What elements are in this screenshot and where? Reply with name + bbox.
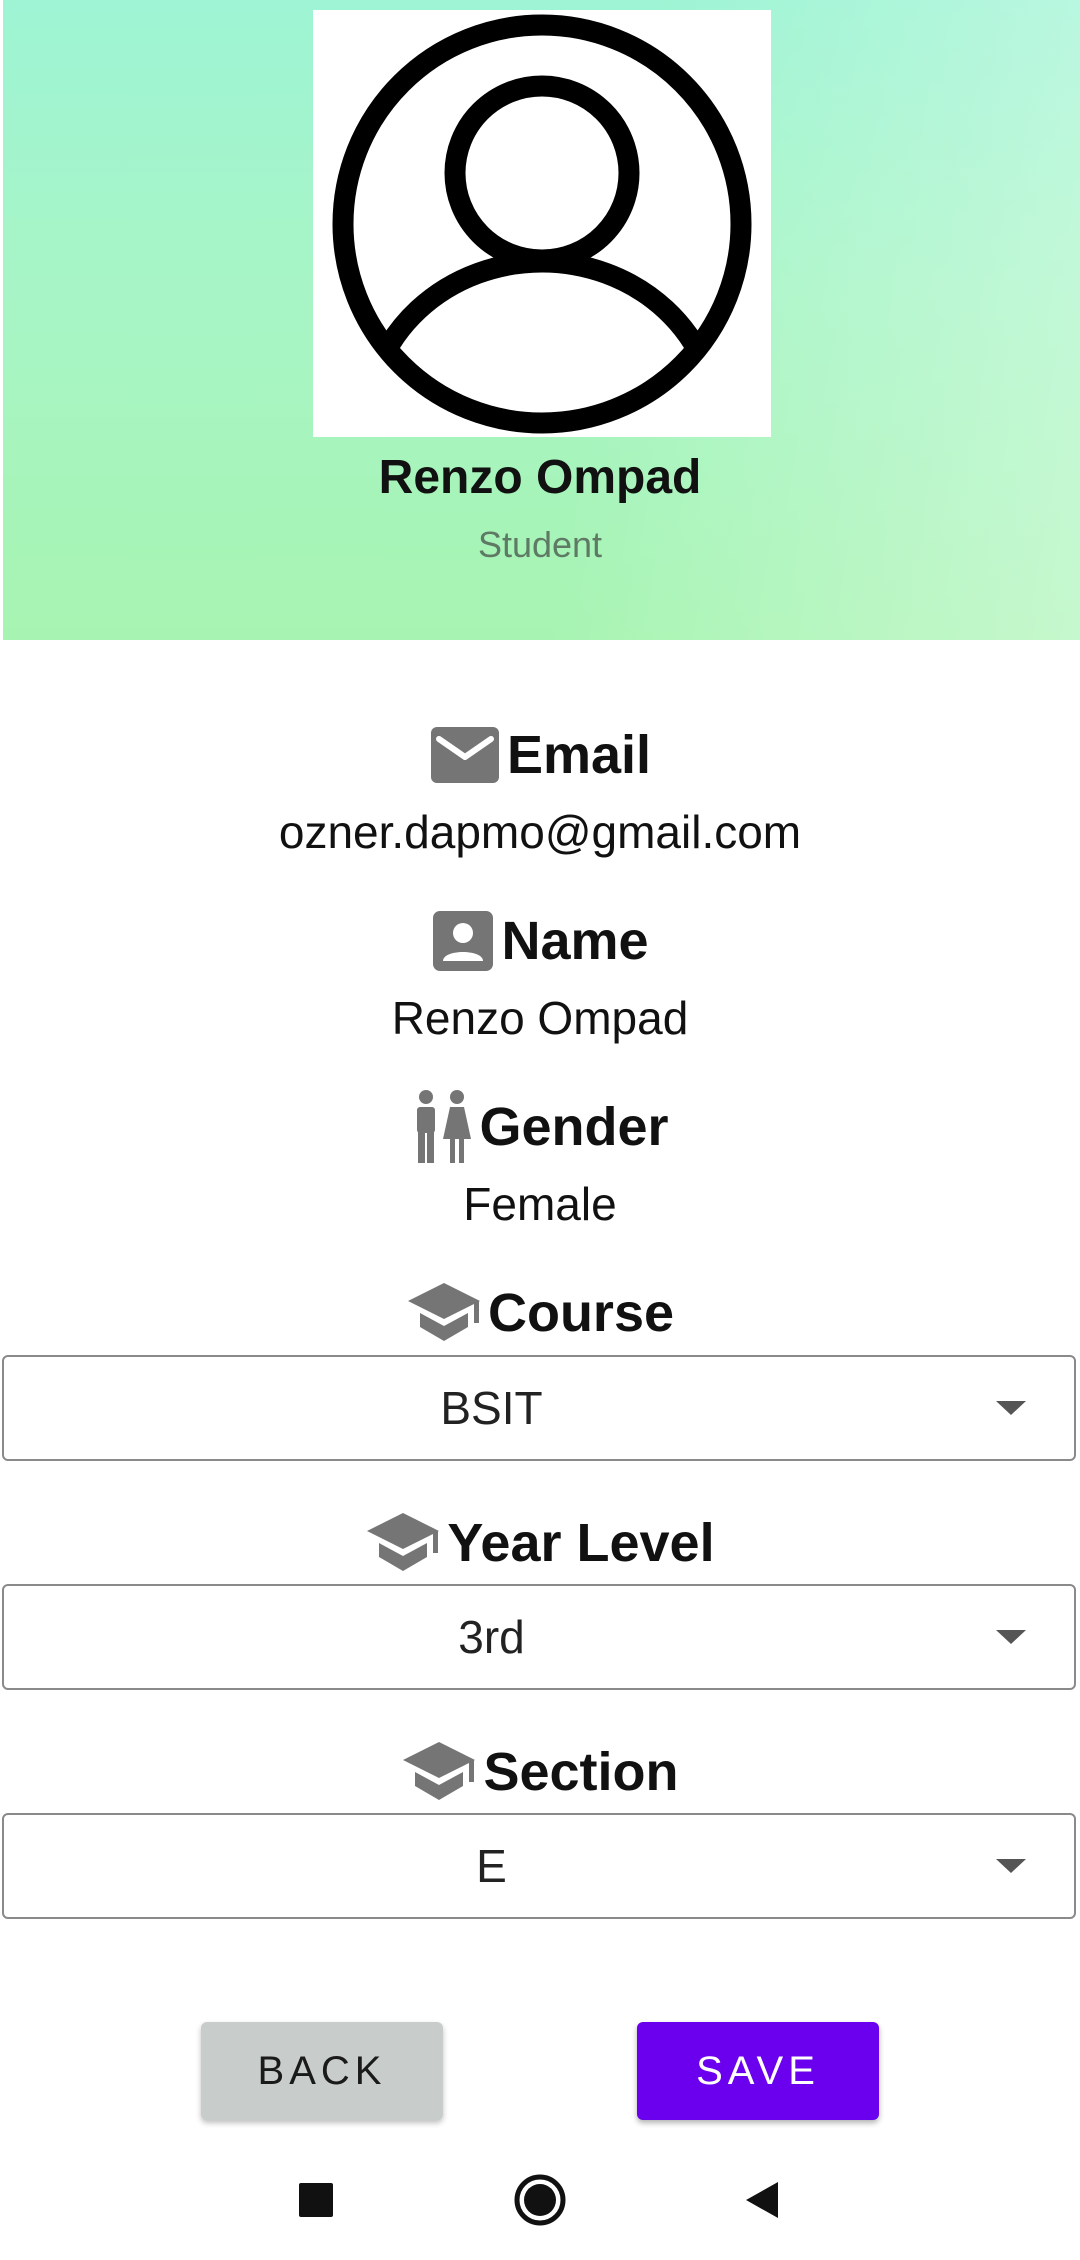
profile-name: Renzo Ompad — [378, 451, 702, 504]
section-selected-value: E — [476, 1840, 507, 1892]
email-label: Email — [506, 725, 652, 785]
year-level-heading: Year Level — [0, 1503, 1080, 1583]
save-button[interactable]: SAVE — [637, 2022, 879, 2120]
course-label: Course — [487, 1283, 675, 1343]
mail-icon — [429, 725, 501, 785]
name-label: Name — [501, 911, 649, 971]
avatar — [313, 10, 771, 437]
school-icon — [401, 1740, 477, 1804]
year-level-selected-value: 3rd — [458, 1611, 525, 1663]
gender-value: Female — [463, 1178, 617, 1230]
dropdown-arrow-icon — [996, 1401, 1026, 1415]
profile-role: Student — [477, 524, 603, 565]
account-box-icon — [431, 909, 495, 973]
recents-square-icon[interactable] — [276, 2160, 356, 2240]
wc-icon — [411, 1089, 473, 1165]
gender-heading: Gender — [0, 1087, 1080, 1167]
email-heading: Email — [0, 715, 1080, 795]
year-level-dropdown[interactable]: 3rd — [2, 1584, 1076, 1690]
dropdown-arrow-icon — [996, 1859, 1026, 1873]
profile-screen: Renzo Ompad Student Email ozner.dapmo@gm… — [0, 0, 1080, 2260]
email-value: ozner.dapmo@gmail.com — [278, 806, 802, 858]
course-dropdown[interactable]: BSIT — [2, 1355, 1076, 1461]
year-level-label: Year Level — [447, 1513, 715, 1573]
dropdown-arrow-icon — [996, 1630, 1026, 1644]
school-icon — [406, 1281, 482, 1345]
course-selected-value: BSIT — [440, 1382, 543, 1434]
name-value: Renzo Ompad — [391, 992, 689, 1044]
home-circle-icon[interactable] — [500, 2160, 580, 2240]
name-heading: Name — [0, 901, 1080, 981]
back-triangle-icon[interactable] — [722, 2160, 802, 2240]
section-dropdown[interactable]: E — [2, 1813, 1076, 1919]
school-icon — [365, 1511, 441, 1575]
system-navigation-bar — [0, 2150, 1080, 2260]
section-heading: Section — [0, 1732, 1080, 1812]
account-circle-icon — [332, 14, 752, 434]
gender-label: Gender — [479, 1097, 669, 1157]
section-label: Section — [483, 1742, 679, 1802]
course-heading: Course — [0, 1273, 1080, 1353]
back-button[interactable]: BACK — [201, 2022, 443, 2120]
